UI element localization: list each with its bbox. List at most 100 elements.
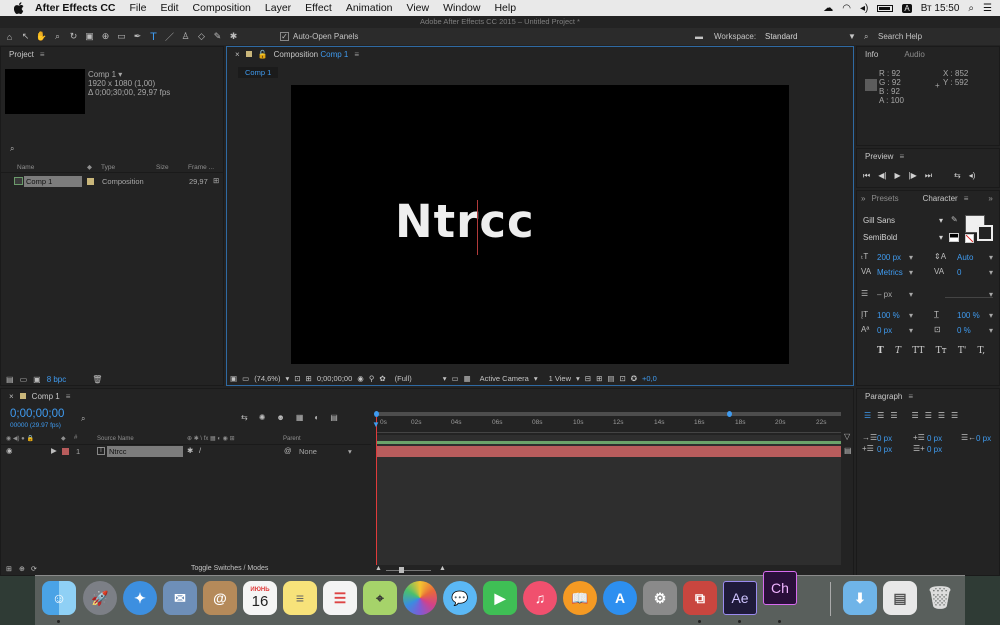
timeline-timecode[interactable]: 0;00;00;00 xyxy=(10,408,64,420)
parent-pickwhip-icon[interactable]: @ xyxy=(284,446,292,455)
eyedropper-icon[interactable]: ✎ xyxy=(951,215,958,224)
label-color-swatch[interactable] xyxy=(62,448,69,455)
contacts-icon[interactable]: @ xyxy=(203,581,237,615)
expand-icon[interactable]: » xyxy=(988,194,992,203)
panel-menu-icon[interactable]: ≡ xyxy=(964,194,969,203)
toggle-switches-modes[interactable]: Toggle Switches / Modes xyxy=(191,565,268,572)
app-menu[interactable]: After Effects CC xyxy=(35,2,116,14)
layer-duration-bar[interactable] xyxy=(376,446,841,457)
tsume-field[interactable]: 0 % xyxy=(957,326,971,335)
transparency-grid-icon[interactable]: ▦ xyxy=(464,374,471,383)
chevron-down-icon[interactable]: ▾ xyxy=(989,268,993,277)
last-frame-icon[interactable]: ⏭ xyxy=(925,171,932,181)
panel-menu-icon[interactable]: ≡ xyxy=(908,392,913,401)
parent-select[interactable]: None xyxy=(299,447,317,456)
spotlight-icon[interactable]: ⌕ xyxy=(968,3,974,14)
resolution-select[interactable]: (Full) xyxy=(395,374,412,383)
comp-marker-icon[interactable]: ▤ xyxy=(844,446,852,455)
chevron-down-icon[interactable]: ▾ xyxy=(909,290,913,299)
chevron-down-icon[interactable]: ▾ xyxy=(285,374,289,383)
launchpad-icon[interactable]: 🚀 xyxy=(83,581,117,615)
apple-icon[interactable] xyxy=(13,2,25,14)
bpc-button[interactable]: 8 bpc xyxy=(47,375,67,384)
mute-icon[interactable]: ◂) xyxy=(969,171,976,181)
chevron-down-icon[interactable]: ▾ xyxy=(909,311,913,320)
time-ruler[interactable]: 0s 02s 04s 06s 08s 10s 12s 14s 16s 18s 2… xyxy=(376,417,841,433)
clone-stamp-tool-icon[interactable]: ♙ xyxy=(179,30,192,43)
exposure-icon[interactable]: ✪ xyxy=(631,374,637,383)
workspace-icon[interactable]: ▬ xyxy=(695,32,703,41)
col-name[interactable]: Name xyxy=(17,164,34,171)
creative-cloud-icon[interactable]: ☁ xyxy=(823,3,833,14)
menu-window[interactable]: Window xyxy=(443,2,480,14)
zoom-in-icon[interactable]: ▲ xyxy=(439,565,446,572)
col-size[interactable]: Size xyxy=(156,164,169,171)
play-icon[interactable]: ▶ xyxy=(894,171,900,181)
show-snapshot-icon[interactable]: ⚲ xyxy=(369,374,375,383)
project-tab[interactable]: Project xyxy=(9,50,34,59)
type-tool-icon[interactable]: T xyxy=(147,30,160,43)
chevron-down-icon[interactable]: ▾ xyxy=(989,311,993,320)
font-family-select[interactable]: Gill Sans ▾ xyxy=(863,216,943,225)
zoom-tool-icon[interactable]: ⌕ xyxy=(51,30,64,43)
search-help-input[interactable]: Search Help xyxy=(878,32,922,41)
timeline-icon[interactable]: ▤ xyxy=(607,374,614,383)
fast-previews-icon[interactable]: ⊞ xyxy=(596,374,602,383)
chevron-down-icon[interactable]: ▾ xyxy=(348,447,352,456)
col-label-icon[interactable]: ◆ xyxy=(87,163,92,171)
indent-right-field[interactable]: 0 px xyxy=(976,434,991,443)
workspace-select[interactable]: Standard xyxy=(765,32,797,41)
work-area-bar[interactable] xyxy=(376,412,841,416)
mail-icon[interactable]: ✉ xyxy=(163,581,197,615)
menu-composition[interactable]: Composition xyxy=(193,2,251,14)
zoom-slider[interactable] xyxy=(386,570,431,571)
panel-menu-icon[interactable]: ≡ xyxy=(40,50,45,59)
continuously-rasterize-icon[interactable]: ✱ xyxy=(187,446,193,455)
indent-first-field[interactable]: 0 px xyxy=(927,434,942,443)
zoom-out-icon[interactable]: ▲ xyxy=(375,565,382,572)
selection-tool-icon[interactable]: ↖ xyxy=(19,30,32,43)
documents-stack-icon[interactable]: ▤ xyxy=(883,581,917,615)
facetime-icon[interactable]: ▶ xyxy=(483,581,517,615)
trash-icon[interactable]: 🗑 xyxy=(92,375,102,384)
col-source-name[interactable]: Source Name xyxy=(97,436,134,442)
transfer-controls-icon[interactable]: ⊕ xyxy=(19,565,25,573)
region-of-interest-icon[interactable]: ▭ xyxy=(242,374,249,383)
eraser-tool-icon[interactable]: ◇ xyxy=(195,30,208,43)
label-color-swatch[interactable] xyxy=(87,178,94,185)
zoom-select[interactable]: (74,6%) xyxy=(254,374,280,383)
leading-field[interactable]: Auto xyxy=(957,253,973,262)
chevron-down-icon[interactable]: ▾ xyxy=(909,268,913,277)
toggle-pixel-aspect-icon[interactable]: ⊟ xyxy=(585,374,591,383)
hide-shy-icon[interactable]: ☻ xyxy=(276,413,284,422)
expand-icon[interactable]: » xyxy=(861,194,865,203)
kerning-field[interactable]: Metrics xyxy=(877,268,903,277)
downloads-folder-icon[interactable]: ⬇ xyxy=(843,581,877,615)
home-icon[interactable]: ⌂ xyxy=(3,30,16,43)
chevron-down-icon[interactable]: ▼ xyxy=(848,32,856,41)
menu-layer[interactable]: Layer xyxy=(265,2,291,14)
paragraph-tab[interactable]: Paragraph xyxy=(865,392,902,401)
input-source[interactable]: A xyxy=(902,3,912,13)
faux-italic-button[interactable]: T xyxy=(895,346,901,356)
trash-icon[interactable]: 🗑 xyxy=(923,581,957,615)
in-out-icon[interactable]: ⟳ xyxy=(31,565,37,573)
stroke-order-select[interactable]: ▾ xyxy=(945,290,993,299)
frame-blending-icon[interactable]: ▦ xyxy=(296,413,304,422)
playhead-handle-icon[interactable]: ▼ xyxy=(372,420,380,429)
align-right-icon[interactable]: ☰ xyxy=(890,411,897,420)
after-effects-icon[interactable]: Ae xyxy=(723,581,757,615)
hand-tool-icon[interactable]: ✋ xyxy=(35,30,48,43)
brush-tool-icon[interactable]: ／ xyxy=(163,30,176,43)
justify-last-center-icon[interactable]: ☰ xyxy=(925,411,932,420)
rectangle-tool-icon[interactable]: ▭ xyxy=(115,30,128,43)
indent-left-field[interactable]: 0 px xyxy=(877,434,892,443)
loop-icon[interactable]: ⇆ xyxy=(954,171,961,181)
menu-edit[interactable]: Edit xyxy=(160,2,178,14)
pen-tool-icon[interactable]: ✒ xyxy=(131,30,144,43)
menu-help[interactable]: Help xyxy=(494,2,516,14)
layer-switches-icon[interactable]: ⊞ xyxy=(6,565,12,573)
chevron-down-icon[interactable]: ▾ xyxy=(534,374,538,383)
audio-tab[interactable]: Audio xyxy=(904,50,924,59)
panel-menu-icon[interactable]: ≡ xyxy=(354,50,359,59)
